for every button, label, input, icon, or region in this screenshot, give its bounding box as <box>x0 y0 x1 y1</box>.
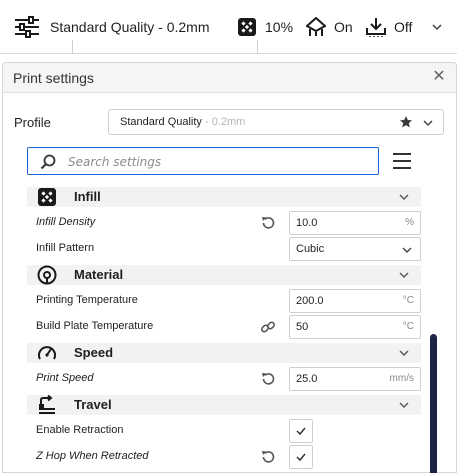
setting-label: Print Speed <box>36 372 94 384</box>
field-unit: % <box>405 217 414 228</box>
panel-title: Print settings <box>13 69 94 86</box>
checkmark-icon <box>296 453 306 462</box>
chevron-down-icon <box>399 272 409 278</box>
category-label: Material <box>74 267 124 282</box>
field-unit: °C <box>402 321 414 332</box>
category-speed[interactable]: Speed <box>27 343 421 363</box>
adhesion-icon <box>366 18 386 37</box>
field-value: 200.0 <box>296 295 324 307</box>
print-speed-input[interactable]: 25.0 mm/s <box>289 367 421 391</box>
setting-label: Enable Retraction <box>36 424 124 436</box>
reset-icon[interactable] <box>260 215 276 231</box>
link-icon[interactable] <box>260 319 276 335</box>
setting-label: Infill Density <box>36 216 96 228</box>
support-summary[interactable]: On <box>306 0 353 54</box>
setting-label: Z Hop When Retracted <box>36 450 149 462</box>
profile-name-main: Standard Quality <box>120 116 202 128</box>
setting-z-hop-when-retracted: Z Hop When Retracted <box>36 445 426 469</box>
toolbar-expand-button[interactable] <box>431 0 443 54</box>
profile-dropdown[interactable]: Standard Quality - 0.2mm <box>108 109 444 135</box>
search-field[interactable] <box>27 147 379 175</box>
infill-icon <box>38 188 56 206</box>
setting-printing-temperature: Printing Temperature 200.0 °C <box>36 289 426 313</box>
field-unit: °C <box>402 295 414 306</box>
category-label: Speed <box>74 345 114 360</box>
print-settings-panel: Print settings ✕ Profile Standard Qualit… <box>2 62 457 473</box>
travel-icon <box>39 395 55 414</box>
field-unit: mm/s <box>389 373 414 384</box>
profile-name: Standard Quality - 0.2mm <box>120 116 245 128</box>
chevron-down-icon <box>423 120 433 127</box>
category-travel[interactable]: Travel <box>27 395 421 415</box>
setting-label: Printing Temperature <box>36 294 138 306</box>
build-plate-temperature-input[interactable]: 50 °C <box>289 315 421 339</box>
category-label: Infill <box>74 189 101 204</box>
field-value: 10.0 <box>296 217 318 229</box>
profile-summary-label: Standard Quality - 0.2mm <box>50 19 210 35</box>
setting-infill-pattern: Infill Pattern Cubic <box>36 237 426 261</box>
field-value: 25.0 <box>296 373 318 385</box>
reset-icon[interactable] <box>260 371 276 387</box>
category-infill[interactable]: Infill <box>27 187 421 207</box>
material-spool-icon <box>37 265 57 285</box>
field-value: 50 <box>296 321 309 333</box>
category-label: Travel <box>74 397 112 412</box>
profile-name-suffix: - 0.2mm <box>201 116 246 128</box>
panel-header: Print settings ✕ <box>3 63 456 93</box>
printing-temperature-input[interactable]: 200.0 °C <box>289 289 421 313</box>
support-icon <box>306 17 326 36</box>
star-icon[interactable] <box>399 115 413 129</box>
setting-label: Build Plate Temperature <box>36 320 154 332</box>
infill-value: 10% <box>265 19 294 35</box>
setting-infill-density: Infill Density 10.0 % <box>36 211 426 235</box>
scrollbar-thumb[interactable] <box>430 334 437 473</box>
chevron-down-icon <box>399 350 409 356</box>
reset-icon[interactable] <box>260 449 276 465</box>
sliders-icon <box>15 16 39 38</box>
chevron-down-icon <box>399 402 409 408</box>
print-setup-selector[interactable]: Standard Quality - 0.2mm <box>14 0 210 54</box>
divider <box>72 40 73 54</box>
settings-menu-icon[interactable] <box>392 151 412 171</box>
setting-print-speed: Print Speed 25.0 mm/s <box>36 367 426 391</box>
divider <box>257 40 258 54</box>
search-input[interactable] <box>68 152 368 172</box>
infill-density-input[interactable]: 10.0 % <box>289 211 421 235</box>
top-toolbar: Standard Quality - 0.2mm 10% On Off <box>0 0 457 54</box>
search-icon <box>40 154 56 170</box>
category-material[interactable]: Material <box>27 265 421 285</box>
adhesion-value: Off <box>394 19 413 35</box>
chevron-down-icon <box>402 247 412 253</box>
infill-icon <box>238 18 256 36</box>
field-value: Cubic <box>296 243 325 255</box>
infill-summary[interactable]: 10% <box>237 0 293 54</box>
chevron-down-icon <box>432 24 442 31</box>
settings-list: Infill Infill Density 10.0 % Infill Patt… <box>3 187 428 473</box>
z-hop-checkbox[interactable] <box>289 445 313 469</box>
speedometer-icon <box>38 346 56 360</box>
profile-row: Profile Standard Quality - 0.2mm <box>3 109 456 135</box>
setting-build-plate-temperature: Build Plate Temperature 50 °C <box>36 315 426 339</box>
setting-label: Infill Pattern <box>36 242 95 254</box>
enable-retraction-checkbox[interactable] <box>289 419 313 443</box>
close-icon[interactable]: ✕ <box>432 69 446 85</box>
adhesion-summary[interactable]: Off <box>366 0 412 54</box>
checkmark-icon <box>296 427 306 436</box>
chevron-down-icon <box>399 194 409 200</box>
profile-label: Profile <box>14 115 51 130</box>
setting-enable-retraction: Enable Retraction <box>36 419 426 443</box>
support-value: On <box>334 19 353 35</box>
infill-pattern-dropdown[interactable]: Cubic <box>289 237 421 261</box>
